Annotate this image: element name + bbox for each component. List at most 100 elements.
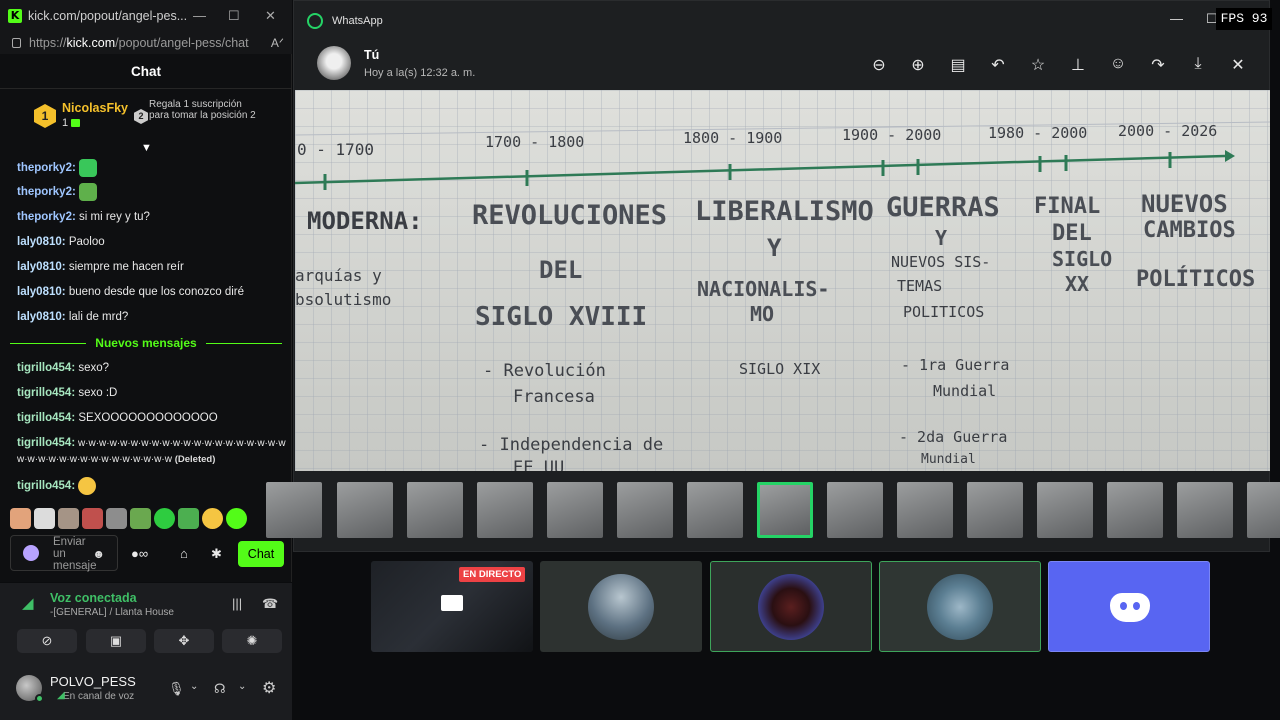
heading-text: SIGLO XVIII (475, 302, 648, 332)
zoom-in-icon[interactable]: ⊕ (909, 55, 927, 75)
react-emoji-icon[interactable]: ☺ (1109, 55, 1127, 73)
emote-icon[interactable] (82, 508, 103, 529)
activities-button[interactable]: ✥ (154, 629, 214, 653)
chevron-down-icon[interactable]: ⌄ (238, 681, 246, 692)
mic-icon[interactable]: 🎙 (168, 681, 185, 697)
close-icon[interactable]: ✕ (1229, 55, 1247, 75)
media-thumbnail[interactable] (687, 482, 743, 538)
media-thumbnail[interactable] (897, 482, 953, 538)
heading-text: SIGLO (1052, 247, 1113, 271)
emote-icon[interactable] (130, 508, 151, 529)
note-text: NUEVOS SIS- (891, 253, 991, 271)
list-item: laly0810: lali de mrd? (17, 311, 129, 323)
media-thumbnail[interactable] (1107, 482, 1163, 538)
note-text: Francesa (513, 387, 595, 407)
media-image[interactable]: 0 - 1700 1700 - 1800 1800 - 1900 1900 - … (295, 90, 1270, 471)
media-thumbnail[interactable] (547, 482, 603, 538)
mic-icon[interactable] (23, 545, 39, 561)
minimize-icon[interactable]: — (1170, 11, 1183, 26)
disconnect-icon[interactable]: ☎ (262, 596, 278, 612)
media-thumbnail[interactable] (1247, 482, 1280, 538)
list-item: theporky2: si mi rey y tu? (17, 211, 150, 223)
emote-icon[interactable] (106, 508, 127, 529)
emote-icon[interactable] (58, 508, 79, 529)
headphones-icon[interactable]: ☊ (214, 681, 226, 697)
date-label: 1800 - 1900 (683, 129, 783, 147)
collapse-icon[interactable]: ▼ (141, 142, 152, 154)
heading-text: XX (1065, 272, 1090, 296)
media-thumbnail[interactable] (967, 482, 1023, 538)
username[interactable]: POLVO_PESS (50, 674, 136, 689)
chat-input[interactable]: Enviar un mensaje ☻ (10, 535, 118, 572)
list-item-continued: w·w·w·w·w·w·w·w·w·w·w·w·w·w·w (Deleted) (17, 454, 216, 465)
address-bar[interactable]: https://kick.com/popout/angel-pess/chat … (0, 32, 292, 54)
forward-icon[interactable]: ↷ (1149, 55, 1167, 75)
url-path: /popout/angel-pess/chat (115, 36, 249, 50)
note-text: - Revolución (483, 361, 606, 381)
media-thumbnail[interactable] (266, 482, 322, 538)
emote-icon[interactable] (154, 508, 175, 529)
media-thumbnail[interactable] (1177, 482, 1233, 538)
emote-icon[interactable] (202, 508, 223, 529)
media-thumbnail-selected[interactable] (757, 482, 813, 538)
note-text: Mundial (933, 382, 997, 400)
discord-tile[interactable] (1048, 561, 1210, 652)
gear-icon[interactable]: ⚙ (262, 678, 276, 698)
soundboard-icon[interactable]: ||| (232, 596, 242, 611)
go-to-message-icon[interactable]: ▤ (949, 55, 967, 75)
send-chat-button[interactable]: Chat (238, 541, 284, 567)
media-thumbnail[interactable] (407, 482, 463, 538)
message-timestamp: Hoy a la(s) 12:32 a. m. (364, 67, 476, 79)
heading-text: CAMBIOS (1143, 218, 1236, 243)
media-thumbnail[interactable] (827, 482, 883, 538)
stream-tile-live[interactable]: EN DIRECTO (371, 561, 533, 652)
media-thumbnail[interactable] (617, 482, 673, 538)
close-icon[interactable]: ✕ (265, 8, 276, 24)
participant-tile[interactable] (540, 561, 702, 652)
recent-emotes (10, 508, 250, 530)
gear-icon[interactable]: ✱ (211, 546, 222, 562)
reader-mode-icon[interactable]: Aᐟ (271, 36, 284, 50)
participant-tile-speaking[interactable] (710, 561, 872, 652)
participant-tile-speaking[interactable] (879, 561, 1041, 652)
chat-input-placeholder: Enviar un mensaje (53, 536, 97, 572)
voice-channel[interactable]: -[GENERAL] / Llanta House (50, 607, 174, 618)
emoji-icon[interactable]: ☻ (92, 547, 105, 561)
screen-share-button[interactable]: ▣ (86, 629, 146, 653)
voice-indicator-icon: ◢ (57, 690, 65, 701)
note-text: arquías y (295, 266, 382, 285)
deleted-tag: (Deleted) (174, 454, 216, 465)
note-text: bsolutismo (295, 290, 392, 309)
avatar[interactable] (16, 675, 44, 703)
heading-text: NUEVOS (1141, 190, 1228, 218)
reply-icon[interactable]: ↶ (989, 55, 1007, 75)
star-icon[interactable]: ☆ (1029, 55, 1047, 75)
voice-status[interactable]: Voz conectada (50, 591, 137, 605)
maximize-icon[interactable]: ☐ (228, 8, 240, 24)
url-prefix: https:// (29, 36, 67, 50)
download-icon[interactable]: ⤓ (1189, 55, 1207, 73)
zoom-out-icon[interactable]: ⊖ (870, 55, 888, 75)
emote-icon (79, 159, 98, 177)
store-icon[interactable]: ⌂ (180, 546, 188, 561)
list-item: tigrillo454: sexo? (17, 362, 110, 374)
signal-icon[interactable]: ◢ (22, 594, 42, 614)
emote-icon[interactable] (178, 508, 199, 529)
users-icon[interactable]: ●∞ (131, 546, 148, 561)
emote-icon[interactable] (10, 508, 31, 529)
emote-icon[interactable] (226, 508, 247, 529)
media-thumbnail[interactable] (1037, 482, 1093, 538)
emote-icon[interactable] (34, 508, 55, 529)
chevron-down-icon[interactable]: ⌄ (190, 681, 198, 692)
camera-button[interactable]: ⊘ (17, 629, 77, 653)
pin-icon[interactable]: ⊥ (1069, 55, 1087, 75)
media-thumbnail[interactable] (477, 482, 533, 538)
heading-text: NACIONALIS- (697, 277, 830, 301)
soundboard-button[interactable]: ✺ (222, 629, 282, 653)
rank-1-user[interactable]: NicolasFky (62, 101, 128, 115)
avatar[interactable] (317, 46, 351, 80)
avatar (588, 573, 654, 640)
minimize-icon[interactable]: — (193, 8, 206, 23)
media-thumbnail[interactable] (337, 482, 393, 538)
chat-header: Chat (0, 55, 292, 89)
